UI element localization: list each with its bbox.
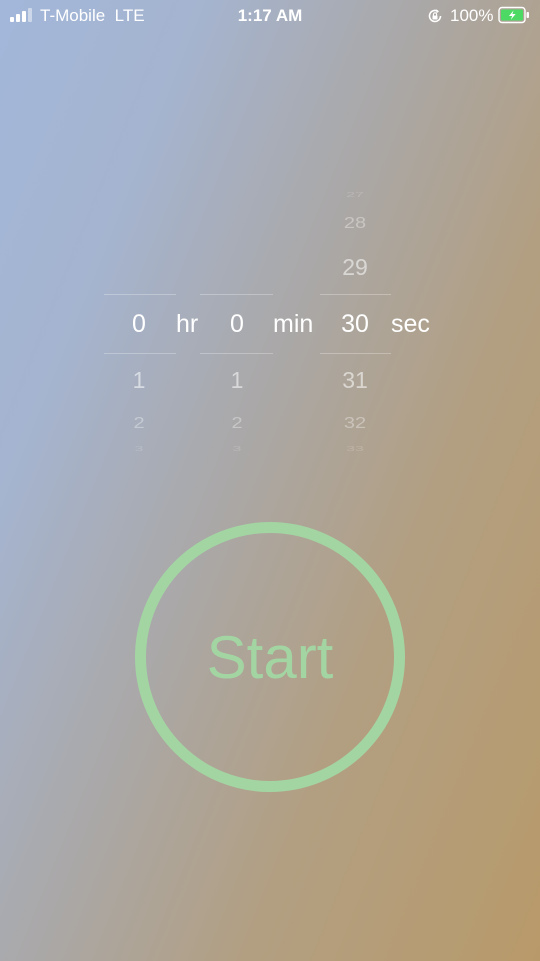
- hours-option[interactable]: 2: [109, 414, 169, 432]
- hours-unit-label: hr: [176, 310, 199, 338]
- seconds-option[interactable]: 29: [325, 254, 385, 281]
- hours-option[interactable]: 1: [109, 367, 169, 394]
- minutes-option[interactable]: 3: [207, 445, 267, 453]
- minutes-option[interactable]: 2: [207, 414, 267, 432]
- seconds-unit-label: sec: [391, 310, 430, 338]
- seconds-selected-value[interactable]: 30: [325, 310, 385, 339]
- duration-picker[interactable]: 0 1 2 3 hr 0 1 2 3 min 27 28 29 30 31 32…: [0, 0, 540, 961]
- seconds-selection-bottom-line: [320, 353, 391, 354]
- seconds-selection-top-line: [320, 294, 391, 295]
- hours-selected-value[interactable]: 0: [109, 310, 169, 339]
- hours-option[interactable]: 3: [109, 445, 169, 453]
- seconds-option[interactable]: 32: [325, 414, 385, 432]
- minutes-selection-top-line: [200, 294, 273, 295]
- seconds-option[interactable]: 27: [325, 191, 385, 199]
- minutes-option[interactable]: 1: [207, 367, 267, 394]
- start-button-label: Start: [206, 623, 334, 691]
- minutes-selection-bottom-line: [200, 353, 273, 354]
- seconds-option[interactable]: 33: [325, 445, 385, 453]
- seconds-option[interactable]: 28: [325, 214, 385, 232]
- seconds-option[interactable]: 31: [325, 367, 385, 394]
- minutes-unit-label: min: [273, 310, 314, 338]
- start-button[interactable]: Start: [135, 522, 405, 792]
- hours-selection-bottom-line: [104, 353, 176, 354]
- minutes-selected-value[interactable]: 0: [207, 310, 267, 339]
- hours-selection-top-line: [104, 294, 176, 295]
